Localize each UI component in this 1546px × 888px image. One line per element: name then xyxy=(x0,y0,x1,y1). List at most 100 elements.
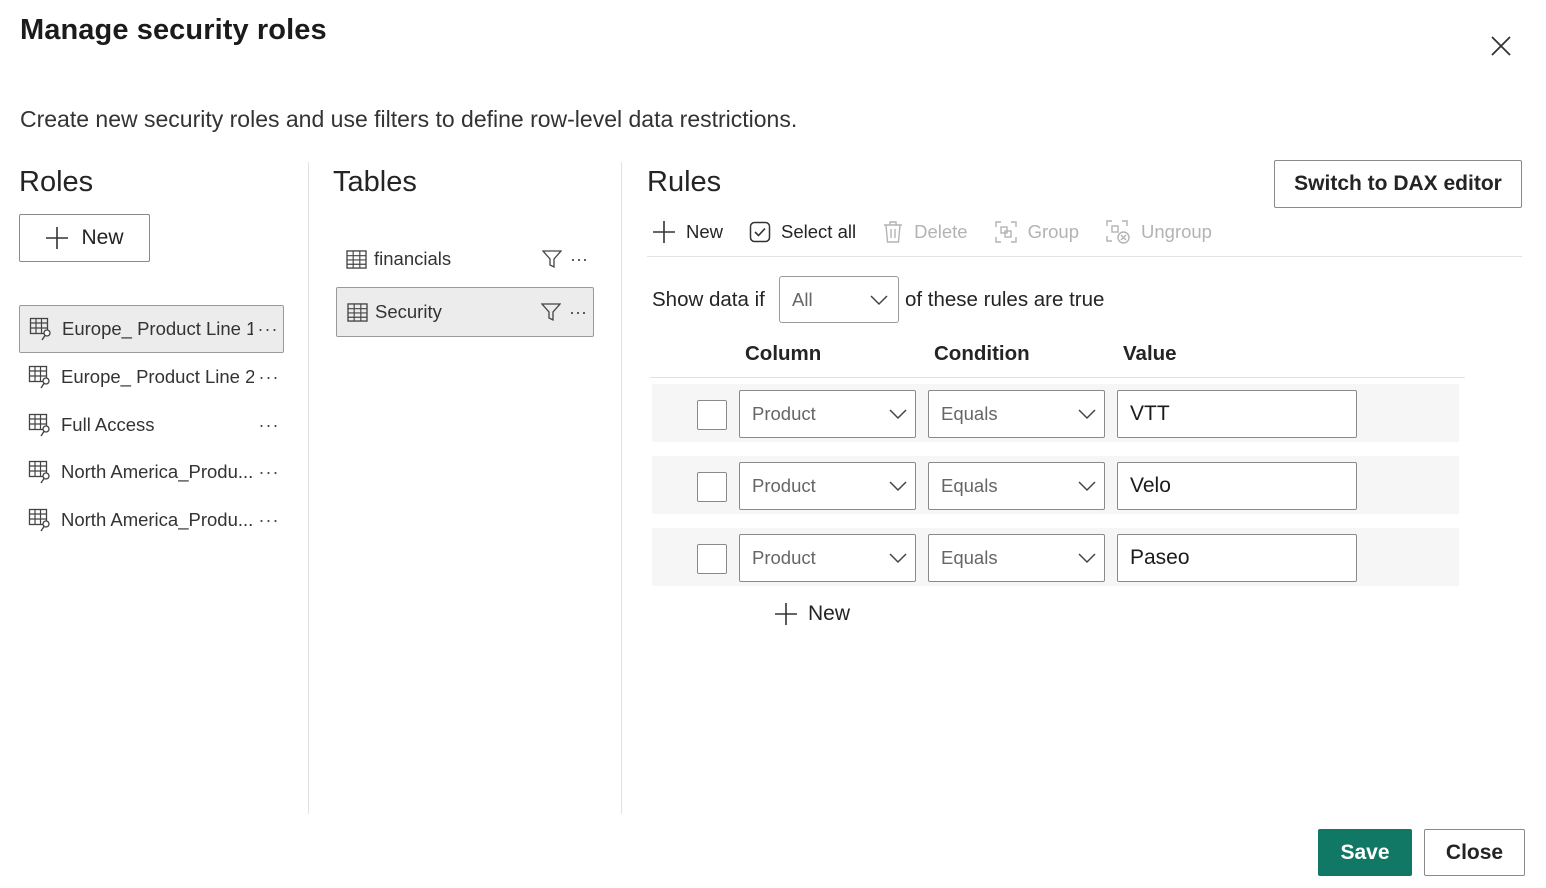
filter-icon[interactable] xyxy=(540,249,564,269)
save-button[interactable]: Save xyxy=(1318,829,1412,876)
new-role-label: New xyxy=(81,226,124,249)
dialog-subtitle: Create new security roles and use filter… xyxy=(20,106,798,132)
chevron-down-icon xyxy=(889,481,907,492)
table-item[interactable]: financials ··· xyxy=(336,234,594,284)
role-icon xyxy=(27,458,55,486)
match-mode-dropdown[interactable]: All xyxy=(779,276,899,323)
value-header: Value xyxy=(1123,342,1177,365)
rules-header-divider xyxy=(650,377,1465,378)
chevron-down-icon xyxy=(1078,553,1096,564)
value-input[interactable] xyxy=(1117,390,1357,438)
role-more-button[interactable]: ··· xyxy=(254,462,284,483)
chevron-down-icon xyxy=(1078,409,1096,420)
role-more-button[interactable]: ··· xyxy=(254,510,284,531)
value-input[interactable] xyxy=(1117,462,1357,510)
chevron-down-icon xyxy=(1078,481,1096,492)
rules-true-label: of these rules are true xyxy=(905,288,1105,311)
column-value: Product xyxy=(752,403,816,424)
table-more-button[interactable]: ··· xyxy=(564,249,594,270)
chevron-down-icon xyxy=(870,294,888,305)
value-input[interactable] xyxy=(1117,534,1357,582)
role-icon xyxy=(27,506,55,534)
role-label: Europe_ Product Line 2 xyxy=(61,366,254,387)
role-icon xyxy=(28,315,56,343)
column-header: Column xyxy=(745,342,822,365)
condition-value: Equals xyxy=(941,475,998,496)
table-label: financials xyxy=(374,248,452,269)
rule-row: Product Equals xyxy=(652,528,1459,586)
group-icon xyxy=(994,221,1017,243)
ungroup-rules-button[interactable]: Ungroup xyxy=(1105,219,1212,245)
dialog-title: Manage security roles xyxy=(20,14,327,46)
tables-rules-divider xyxy=(621,162,622,814)
close-dialog-button[interactable] xyxy=(1485,30,1517,62)
role-item[interactable]: Europe_ Product Line 1 ··· xyxy=(19,305,284,353)
rule-row: Product Equals xyxy=(652,384,1459,442)
plus-icon xyxy=(775,603,797,625)
column-dropdown[interactable]: Product xyxy=(739,390,916,438)
toolbar-divider xyxy=(647,256,1522,257)
roles-tables-divider xyxy=(308,162,309,814)
toolbar-ungroup-label: Ungroup xyxy=(1141,221,1212,242)
role-label: Europe_ Product Line 1 xyxy=(62,318,253,339)
role-more-button[interactable]: ··· xyxy=(253,319,283,340)
rule-checkbox[interactable] xyxy=(697,472,727,502)
condition-value: Equals xyxy=(941,403,998,424)
show-data-if-label: Show data if xyxy=(652,288,765,311)
filter-icon[interactable] xyxy=(539,302,563,322)
delete-rule-button[interactable]: Delete xyxy=(882,220,968,244)
tables-heading: Tables xyxy=(333,166,417,198)
rule-row: Product Equals xyxy=(652,456,1459,514)
close-button[interactable]: Close xyxy=(1424,829,1525,876)
role-label: North America_Produ... xyxy=(61,461,254,482)
toolbar-new-label: New xyxy=(686,221,724,242)
column-value: Product xyxy=(752,547,816,568)
add-rule-label: New xyxy=(808,602,851,625)
rules-heading: Rules xyxy=(647,166,722,198)
match-mode-value: All xyxy=(792,288,813,310)
column-value: Product xyxy=(752,475,816,496)
table-icon xyxy=(347,302,369,322)
rule-checkbox[interactable] xyxy=(697,400,727,430)
role-item[interactable]: Full Access ··· xyxy=(19,401,284,449)
new-rule-toolbar-button[interactable]: New xyxy=(652,220,723,244)
switch-to-dax-editor-button[interactable]: Switch to DAX editor xyxy=(1274,160,1522,208)
close-icon xyxy=(1491,36,1511,56)
plus-icon xyxy=(46,227,69,249)
condition-dropdown[interactable]: Equals xyxy=(928,462,1105,510)
role-label: Full Access xyxy=(61,414,155,435)
condition-dropdown[interactable]: Equals xyxy=(928,390,1105,438)
chevron-down-icon xyxy=(889,553,907,564)
role-label: North America_Produ... xyxy=(61,509,254,530)
table-icon xyxy=(346,249,368,269)
table-more-button[interactable]: ··· xyxy=(563,302,593,323)
table-label: Security xyxy=(375,301,442,322)
select-all-button[interactable]: Select all xyxy=(749,221,856,243)
column-dropdown[interactable]: Product xyxy=(739,534,916,582)
chevron-down-icon xyxy=(889,409,907,420)
role-icon xyxy=(27,411,55,439)
toolbar-group-label: Group xyxy=(1027,221,1079,242)
roles-heading: Roles xyxy=(19,166,94,198)
role-more-button[interactable]: ··· xyxy=(254,415,284,436)
role-item[interactable]: North America_Produ... ··· xyxy=(19,448,284,496)
rules-toolbar: New Select all Delete Group Ungroup xyxy=(652,214,1238,250)
plus-icon xyxy=(653,221,675,243)
condition-value: Equals xyxy=(941,547,998,568)
group-rules-button[interactable]: Group xyxy=(994,220,1079,244)
trash-icon xyxy=(884,221,903,243)
toolbar-delete-label: Delete xyxy=(914,221,968,242)
condition-header: Condition xyxy=(934,342,1030,365)
table-item[interactable]: Security ··· xyxy=(336,287,594,337)
role-item[interactable]: North America_Produ... ··· xyxy=(19,496,284,544)
new-role-button[interactable]: New xyxy=(19,214,150,262)
role-icon xyxy=(27,363,55,391)
role-item[interactable]: Europe_ Product Line 2 ··· xyxy=(19,353,284,401)
role-more-button[interactable]: ··· xyxy=(254,367,284,388)
checkbox-checked-icon xyxy=(749,221,771,243)
toolbar-select-all-label: Select all xyxy=(781,221,857,242)
rule-checkbox[interactable] xyxy=(697,544,727,574)
condition-dropdown[interactable]: Equals xyxy=(928,534,1105,582)
column-dropdown[interactable]: Product xyxy=(739,462,916,510)
add-rule-button[interactable]: New xyxy=(774,602,850,626)
